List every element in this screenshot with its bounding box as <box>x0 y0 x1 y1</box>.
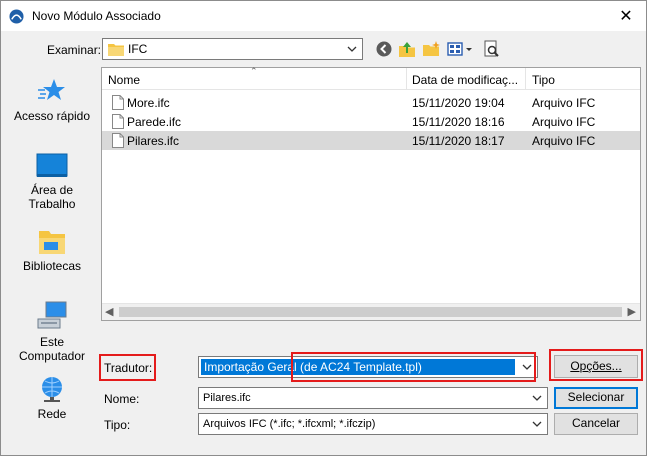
quick-access-star-icon <box>38 79 65 100</box>
file-name-input[interactable]: Pilares.ifc <box>198 387 548 409</box>
options-button-label: Opções... <box>570 359 622 373</box>
column-header-name[interactable]: Nome <box>108 73 140 87</box>
file-dialog-window: Novo Módulo Associado ✕ Examinar: IFC Ac… <box>0 0 647 456</box>
place-libraries[interactable]: Bibliotecas <box>7 229 97 273</box>
chevron-down-icon <box>532 395 542 401</box>
place-quick-access[interactable]: Acesso rápido <box>7 77 97 123</box>
scroll-left-icon[interactable]: ◀ <box>105 305 113 318</box>
file-name: Parede.ifc <box>127 115 182 129</box>
options-button[interactable]: Opções... <box>554 355 638 378</box>
file-row-selected[interactable]: Pilares.ifc 15/11/2020 18:17 Arquivo IFC <box>102 131 640 150</box>
column-header-type[interactable]: Tipo <box>532 73 555 87</box>
network-icon <box>42 377 62 402</box>
title-bar: Novo Módulo Associado ✕ <box>1 1 646 31</box>
scroll-right-icon[interactable]: ▶ <box>628 305 636 318</box>
cancel-button[interactable]: Cancelar <box>554 413 638 435</box>
computer-icon <box>37 301 67 329</box>
place-label: Rede <box>37 407 67 421</box>
lookin-label: Examinar: <box>47 43 102 57</box>
column-header-date[interactable]: Data de modificaç... <box>412 73 518 87</box>
translator-label: Tradutor: <box>99 354 156 381</box>
chevron-down-icon <box>532 421 542 427</box>
up-folder-icon[interactable] <box>398 40 416 58</box>
column-divider[interactable] <box>525 68 526 90</box>
horizontal-scrollbar[interactable]: ◀ ▶ <box>102 303 640 320</box>
lookin-value: IFC <box>128 42 148 56</box>
lookin-dropdown[interactable]: IFC <box>102 38 363 60</box>
places-bar: Acesso rápido Área de Trabalho Bibliotec… <box>7 67 97 427</box>
translator-dropdown[interactable]: Importação Geral (de AC24 Template.tpl) <box>198 356 538 378</box>
file-name: More.ifc <box>127 96 170 110</box>
sort-up-icon: ⌃ <box>250 66 258 76</box>
new-folder-icon[interactable] <box>422 40 440 58</box>
archicad-app-icon <box>9 9 24 24</box>
place-label: Área de Trabalho <box>28 183 76 211</box>
file-name-value: Pilares.ifc <box>203 392 251 404</box>
chevron-down-icon <box>347 46 357 52</box>
file-icon <box>112 133 124 148</box>
view-menu-icon[interactable] <box>447 40 475 58</box>
file-type-value: Arquivos IFC (*.ifc; *.ifcxml; *.ifczip) <box>203 418 376 430</box>
file-list-header: ⌃ Nome Data de modificaç... Tipo <box>102 66 640 90</box>
file-date: 15/11/2020 19:04 <box>412 96 505 110</box>
file-row[interactable]: More.ifc 15/11/2020 19:04 Arquivo IFC <box>102 93 640 112</box>
close-icon: ✕ <box>619 8 633 25</box>
place-desktop[interactable]: Área de Trabalho <box>7 153 97 211</box>
place-this-pc[interactable]: Este Computador <box>7 301 97 363</box>
file-type: Arquivo IFC <box>532 96 596 110</box>
file-list[interactable]: ⌃ Nome Data de modificaç... Tipo More.if… <box>101 66 641 321</box>
translator-value: Importação Geral (de AC24 Template.tpl) <box>201 359 515 375</box>
file-name: Pilares.ifc <box>127 134 180 148</box>
file-date: 15/11/2020 18:16 <box>412 115 505 129</box>
select-button[interactable]: Selecionar <box>554 387 638 409</box>
desktop-icon <box>36 153 68 177</box>
file-type-dropdown[interactable]: Arquivos IFC (*.ifc; *.ifcxml; *.ifczip) <box>198 413 548 435</box>
file-type: Arquivo IFC <box>532 115 596 129</box>
close-button[interactable]: ✕ <box>606 1 646 31</box>
file-icon <box>112 95 124 110</box>
back-icon[interactable] <box>375 40 393 58</box>
window-title: Novo Módulo Associado <box>32 9 161 23</box>
column-divider[interactable] <box>406 68 407 90</box>
scrollbar-thumb[interactable] <box>119 307 622 317</box>
place-network[interactable]: Rede <box>7 375 97 421</box>
preview-icon[interactable] <box>483 40 501 58</box>
file-date: 15/11/2020 18:17 <box>412 134 505 148</box>
file-icon <box>112 114 124 129</box>
type-label: Tipo: <box>104 418 131 432</box>
file-row[interactable]: Parede.ifc 15/11/2020 18:16 Arquivo IFC <box>102 112 640 131</box>
chevron-down-icon <box>522 364 532 370</box>
place-label: Acesso rápido <box>13 109 91 123</box>
name-label: Nome: <box>104 392 140 406</box>
libraries-icon <box>39 231 65 254</box>
folder-icon <box>108 44 124 56</box>
file-type: Arquivo IFC <box>532 134 596 148</box>
place-label: Bibliotecas <box>22 259 82 273</box>
place-label: Este Computador <box>18 335 86 363</box>
